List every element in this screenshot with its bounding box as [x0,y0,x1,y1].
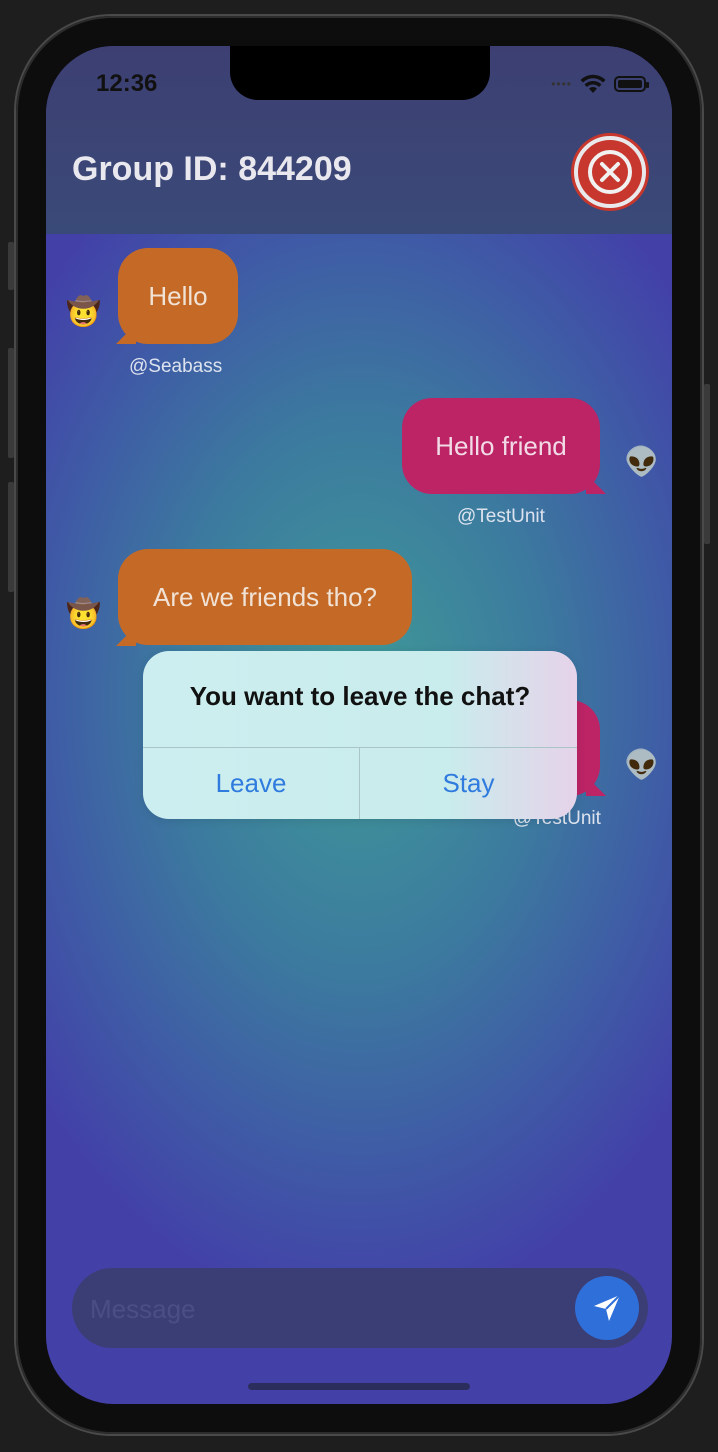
send-icon [594,1294,621,1321]
phone-screen: 12:36 •••• Group ID: 844209 🤠 Hello @Sea… [46,46,672,1404]
message-bubble: Hello friend [402,398,600,494]
power-button [704,384,710,544]
stay-button[interactable]: Stay [360,748,577,819]
side-button-1 [8,242,14,290]
notch [230,46,490,100]
avatar-seabass: 🤠 [66,296,101,327]
wifi-icon [580,74,606,93]
battery-icon [614,76,649,92]
message-composer [72,1268,648,1348]
side-button-2 [8,348,14,458]
message-input[interactable] [88,1286,562,1332]
leave-chat-alert: You want to leave the chat? Leave Stay [143,651,577,819]
status-time: 12:36 [96,70,158,97]
chat-header: 12:36 •••• Group ID: 844209 [46,46,672,234]
signal-dots-icon: •••• [551,77,572,91]
message-handle: @TestUnit [457,506,545,527]
home-indicator [248,1383,470,1390]
avatar-testunit: 👽 [624,446,659,477]
avatar-testunit: 👽 [624,749,659,780]
message-handle: @Seabass [129,356,223,377]
leave-button[interactable]: Leave [143,748,359,819]
alert-title: You want to leave the chat? [189,681,531,711]
message-bubble: Hello [118,248,238,344]
message-bubble: Are we friends tho? [118,549,412,645]
avatar-seabass: 🤠 [66,598,101,629]
page-title: Group ID: 844209 [72,150,352,188]
close-icon [588,150,632,194]
close-chat-button[interactable] [574,136,646,208]
status-icons: •••• [551,74,649,94]
side-button-3 [8,482,14,592]
send-button[interactable] [575,1276,639,1340]
